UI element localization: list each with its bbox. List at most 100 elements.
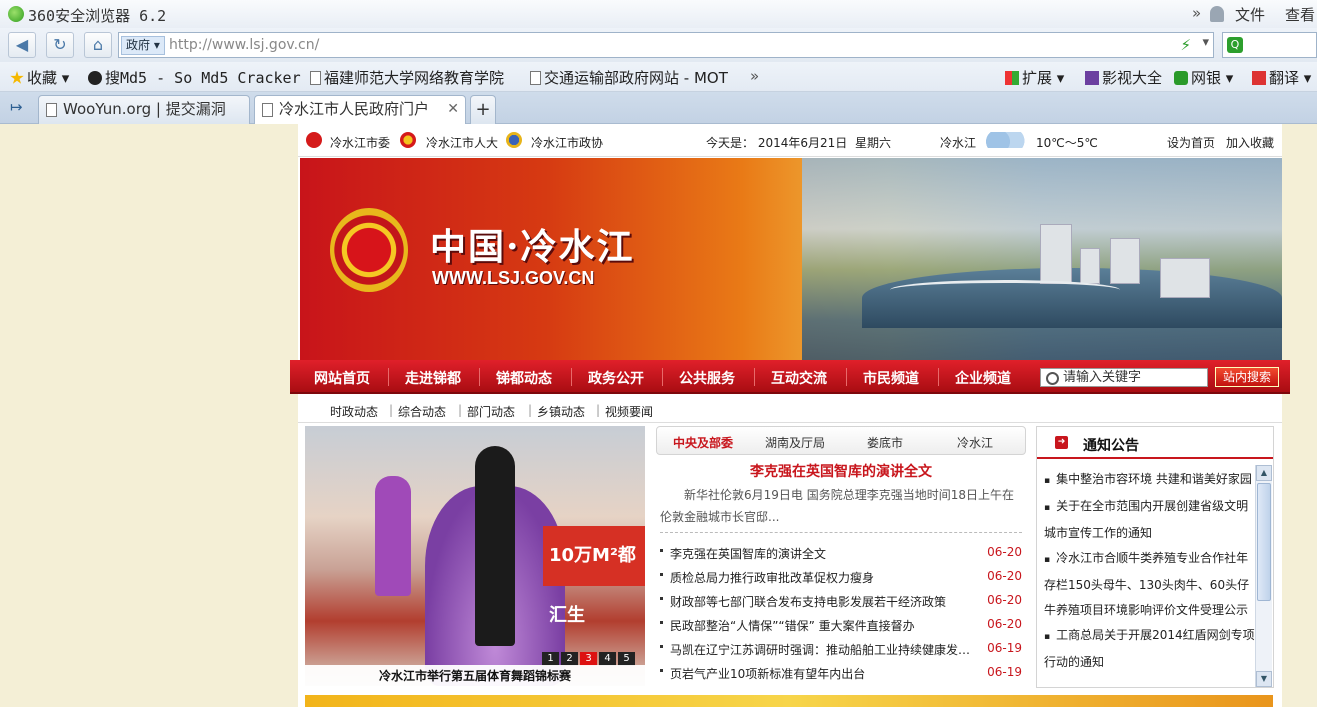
link-party-committee[interactable]: 冷水江市委: [330, 134, 390, 151]
nav-home[interactable]: 网站首页: [314, 368, 370, 388]
nav-divider: [571, 368, 572, 386]
favorites-bar: 收藏 ▾ 搜Md5 - So Md5 Cracker S 福建师范大学网络教育学…: [0, 62, 1317, 92]
bookmark-somd5[interactable]: 搜Md5 - So Md5 Cracker S: [88, 67, 319, 88]
refresh-button[interactable]: ↻: [46, 32, 74, 58]
url-dropdown-icon[interactable]: ▾: [1202, 35, 1209, 50]
news-title[interactable]: 质检总局力推行政审批改革促权力瘦身: [670, 569, 970, 586]
menu-view[interactable]: 查看: [1285, 4, 1315, 25]
nav-public-service[interactable]: 公共服务: [679, 368, 735, 388]
news-item[interactable]: 财政部等七部门联合发布支持电影发展若干经济政策 06-20: [660, 590, 1022, 614]
subnav-departments[interactable]: 部门动态: [467, 403, 515, 420]
subnav-general[interactable]: 综合动态: [398, 403, 446, 420]
page-background-left: [0, 124, 298, 707]
news-item[interactable]: 质检总局力推行政审批改革促权力瘦身 06-20: [660, 566, 1022, 590]
news-item[interactable]: 李克强在英国智库的演讲全文 06-20: [660, 542, 1022, 566]
nav-news[interactable]: 锑都动态: [496, 368, 552, 388]
photo-sign: 10万M²都汇生: [543, 526, 645, 626]
tab-loudi[interactable]: 娄底市: [867, 434, 903, 451]
bookmark-fjnu[interactable]: 福建师范大学网络教育学院: [310, 67, 504, 88]
news-title[interactable]: 财政部等七部门联合发布支持电影发展若干经济政策: [670, 593, 970, 610]
scrollbar-thumb[interactable]: [1257, 483, 1271, 601]
news-title[interactable]: 李克强在英国智库的演讲全文: [670, 545, 970, 562]
url-text[interactable]: http://www.lsj.gov.cn/: [169, 37, 319, 53]
photo-page-1[interactable]: 1: [542, 652, 559, 666]
bank-button[interactable]: 网银 ▾: [1174, 67, 1233, 88]
photo-page-2[interactable]: 2: [561, 652, 578, 666]
nav-about[interactable]: 走进锑都: [405, 368, 461, 388]
site-banner: 中国·冷水江 WWW.LSJ.GOV.CN: [300, 158, 1282, 361]
back-button[interactable]: ◀: [8, 32, 36, 58]
bottom-banner-strip: [305, 695, 1273, 707]
notice-item[interactable]: 工商总局关于开展2014红盾网剑专项行动的通知: [1041, 623, 1255, 675]
temperature: 10℃～5℃: [1036, 136, 1098, 150]
bookmarks-more[interactable]: »: [750, 67, 759, 85]
menu-file[interactable]: 文件: [1235, 4, 1265, 25]
browser-search-field[interactable]: Q: [1222, 32, 1317, 58]
bullet: [660, 597, 663, 600]
link-cppcc[interactable]: 冷水江市政协: [531, 134, 603, 151]
subnav-politics[interactable]: 时政动态: [330, 403, 378, 420]
add-favorite-link[interactable]: 加入收藏: [1226, 134, 1274, 151]
tab-hunan[interactable]: 湖南及厅局: [765, 434, 825, 451]
user-icon[interactable]: [1210, 6, 1224, 22]
photo-page-4[interactable]: 4: [599, 652, 616, 666]
site-search-button[interactable]: 站内搜索: [1215, 367, 1279, 387]
home-button[interactable]: ⌂: [84, 32, 112, 58]
news-item[interactable]: 页岩气产业10项新标准有望年内出台 06-19: [660, 662, 1022, 686]
sidebar-toggle-icon[interactable]: ↦: [10, 98, 23, 116]
notice-item[interactable]: 集中整治市容环境 共建和谐美好家园: [1041, 467, 1255, 494]
photo-caption[interactable]: 冷水江市举行第五届体育舞蹈锦标赛: [305, 665, 645, 687]
news-title[interactable]: 马凯在辽宁江苏调研时强调：推动船舶工业持续健康发…: [670, 641, 970, 658]
translate-icon: [1252, 71, 1266, 85]
chevron-more-icon[interactable]: »: [1192, 4, 1201, 22]
news-item[interactable]: 民政部整治“人情保”“错保” 重大案件直接督办 06-20: [660, 614, 1022, 638]
notice-title: 通知公告: [1083, 438, 1139, 454]
building-image: [1160, 258, 1210, 298]
photo-page-3[interactable]: 3: [580, 652, 597, 666]
address-field[interactable]: 政府 ▾ http://www.lsj.gov.cn/ ⚡ ▾: [118, 32, 1214, 58]
nav-gov-affairs[interactable]: 政务公开: [588, 368, 644, 388]
search-engine-icon[interactable]: Q: [1227, 37, 1243, 53]
arrow-right-icon: ➜: [1055, 436, 1068, 449]
site-search-input[interactable]: 请输入关键字: [1040, 368, 1208, 387]
cppcc-emblem-icon: [506, 132, 522, 148]
featured-photo[interactable]: 10万M²都汇生 12345: [305, 426, 645, 686]
nav-divider: [388, 368, 389, 386]
scroll-up-icon[interactable]: ▲: [1256, 465, 1272, 481]
favorites-button[interactable]: 收藏 ▾: [10, 67, 69, 88]
site-category-tag[interactable]: 政府 ▾: [121, 36, 165, 55]
site-container: 冷水江市委 冷水江市人大 冷水江市政协 今天是： 2014年6月21日 星期六 …: [290, 124, 1290, 707]
subnav-towns[interactable]: 乡镇动态: [537, 403, 585, 420]
notice-item[interactable]: 关于在全市范围内开展创建省级文明城市宣传工作的通知: [1041, 494, 1255, 546]
speed-mode-icon[interactable]: ⚡: [1180, 36, 1191, 54]
headline[interactable]: 李克强在英国智库的演讲全文: [656, 461, 1026, 481]
nav-interaction[interactable]: 互动交流: [771, 368, 827, 388]
top-info-strip: 冷水江市委 冷水江市人大 冷水江市政协 今天是： 2014年6月21日 星期六 …: [298, 124, 1282, 157]
video-button[interactable]: 影视大全: [1085, 67, 1162, 88]
bookmark-mot[interactable]: 交通运输部政府网站 - MOT: [530, 67, 728, 88]
news-item[interactable]: 马凯在辽宁江苏调研时强调：推动船舶工业持续健康发… 06-19: [660, 638, 1022, 662]
bridge-image: [890, 280, 1120, 300]
tab-central[interactable]: 中央及部委: [673, 434, 733, 451]
tab-lsj[interactable]: 冷水江市人民政府门户 ✕: [254, 95, 466, 124]
link-peoples-congress[interactable]: 冷水江市人大: [426, 134, 498, 151]
nav-citizens[interactable]: 市民频道: [863, 368, 919, 388]
set-homepage-link[interactable]: 设为首页: [1167, 134, 1215, 151]
notice-item[interactable]: 冷水江市合顺牛类养殖专业合作社年存栏150头母牛、130头肉牛、60头仔牛养殖项…: [1041, 546, 1255, 623]
close-tab-icon[interactable]: ✕: [447, 96, 459, 123]
news-title[interactable]: 页岩气产业10项新标准有望年内出台: [670, 665, 970, 682]
page-icon: [310, 71, 321, 85]
photo-page-5[interactable]: 5: [618, 652, 635, 666]
news-title[interactable]: 民政部整治“人情保”“错保” 重大案件直接督办: [670, 617, 970, 634]
notice-scrollbar[interactable]: ▲ ▼: [1255, 465, 1272, 687]
new-tab-button[interactable]: +: [470, 95, 496, 124]
translate-button[interactable]: 翻译 ▾: [1252, 67, 1311, 88]
page-icon: [262, 103, 273, 117]
extensions-button[interactable]: 扩展 ▾: [1005, 67, 1064, 88]
headline-summary: 新华社伦敦6月19日电 国务院总理李克强当地时间18日上午在伦敦金融城市长官邸.…: [660, 488, 1014, 524]
nav-enterprise[interactable]: 企业频道: [955, 368, 1011, 388]
tab-lengshuijiang[interactable]: 冷水江: [957, 434, 993, 451]
tab-wooyun[interactable]: WooYun.org | 提交漏洞: [38, 95, 250, 124]
scroll-down-icon[interactable]: ▼: [1256, 671, 1272, 687]
subnav-video[interactable]: 视频要闻: [605, 403, 653, 420]
